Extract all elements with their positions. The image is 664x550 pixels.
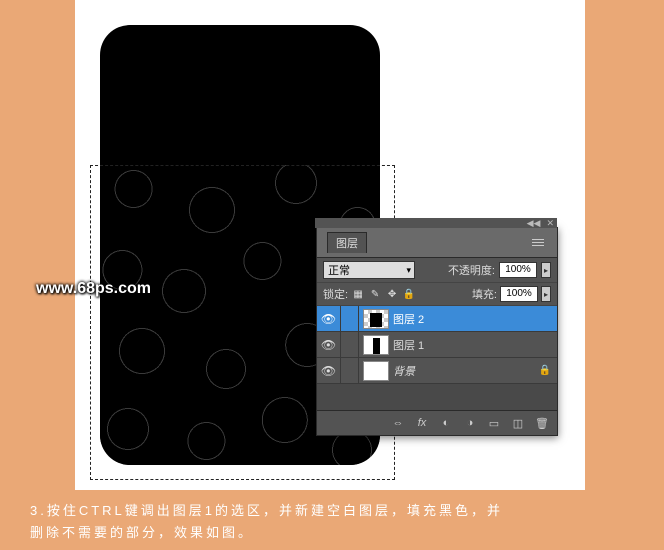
layers-panel: ◀◀ ✕ 图层 正常 不透明度: 100% ▸ 锁定: ▦ ✎ ✥ 🔒 填充: … [316, 227, 558, 436]
lock-position-icon[interactable]: ✥ [385, 287, 399, 301]
panel-button-bar: ⇔ fx ◐ ◑ ▭ ◫ 🗑 [317, 410, 557, 435]
link-column[interactable] [341, 358, 359, 383]
layer-name[interactable]: 背景 [393, 363, 415, 379]
layer-name[interactable]: 图层 1 [393, 337, 424, 353]
visibility-toggle-icon[interactable]: 👁 [317, 306, 341, 331]
close-icon[interactable]: ✕ [546, 218, 554, 229]
blend-mode-select[interactable]: 正常 [323, 261, 415, 279]
layer-fx-button[interactable]: fx [411, 414, 433, 432]
visibility-toggle-icon[interactable]: 👁 [317, 358, 341, 383]
empty-layer-slot [317, 384, 557, 410]
collapse-left-icon[interactable]: ◀◀ [527, 218, 541, 229]
layer-thumbnail[interactable] [363, 309, 389, 329]
panel-tab-row: 图层 [317, 228, 557, 258]
caption-line-2: 删除不需要的部分，效果如图。 [30, 522, 640, 544]
layers-tab[interactable]: 图层 [327, 232, 367, 253]
layer-group-button[interactable]: ▭ [483, 414, 505, 432]
fill-input[interactable]: 100% [500, 286, 538, 302]
link-column[interactable] [341, 332, 359, 357]
link-layers-button[interactable]: ⇔ [387, 414, 409, 432]
lock-icon: 🔒 [539, 365, 551, 376]
lock-all-icon[interactable]: 🔒 [402, 287, 416, 301]
lock-label: 锁定: [323, 286, 348, 302]
lock-transparency-icon[interactable]: ▦ [351, 287, 365, 301]
opacity-input[interactable]: 100% [499, 262, 537, 278]
visibility-toggle-icon[interactable]: 👁 [317, 332, 341, 357]
opacity-stepper[interactable]: ▸ [541, 262, 551, 278]
layer-thumbnail[interactable] [363, 361, 389, 381]
opacity-label: 不透明度: [448, 262, 495, 278]
layer-row-background[interactable]: 👁 背景 🔒 [317, 358, 557, 384]
lock-fill-row: 锁定: ▦ ✎ ✥ 🔒 填充: 100% ▸ [317, 283, 557, 306]
link-column[interactable] [341, 306, 359, 331]
layer-list: 👁 图层 2 👁 图层 1 👁 背景 🔒 [317, 306, 557, 410]
new-layer-button[interactable]: ◫ [507, 414, 529, 432]
blend-mode-value: 正常 [328, 262, 350, 278]
fill-label: 填充: [472, 286, 497, 302]
panel-menu-icon[interactable] [529, 237, 547, 249]
panel-collapse-bar[interactable]: ◀◀ ✕ [315, 218, 557, 228]
adjustment-layer-button[interactable]: ◑ [459, 414, 481, 432]
layer-thumbnail[interactable] [363, 335, 389, 355]
layer-row-selected[interactable]: 👁 图层 2 [317, 306, 557, 332]
delete-layer-button[interactable]: 🗑 [531, 414, 553, 432]
blend-opacity-row: 正常 不透明度: 100% ▸ [317, 258, 557, 283]
lock-pixels-icon[interactable]: ✎ [368, 287, 382, 301]
fill-stepper[interactable]: ▸ [541, 286, 551, 302]
caption-line-1: 3.按住CTRL键调出图层1的选区，并新建空白图层，填充黑色，并 [30, 500, 640, 522]
layer-row[interactable]: 👁 图层 1 [317, 332, 557, 358]
watermark-text: www.68ps.com [36, 280, 151, 298]
step-caption: 3.按住CTRL键调出图层1的选区，并新建空白图层，填充黑色，并 删除不需要的部… [30, 500, 640, 544]
layer-name[interactable]: 图层 2 [393, 311, 424, 327]
layer-mask-button[interactable]: ◐ [435, 414, 457, 432]
